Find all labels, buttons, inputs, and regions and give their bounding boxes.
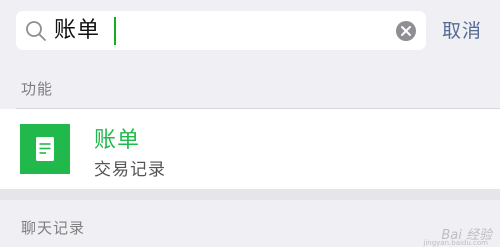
search-input[interactable]: 账单 (54, 16, 100, 46)
section-header-features: 功能 (0, 64, 500, 109)
cancel-button[interactable]: 取消 (442, 16, 482, 46)
text-caret (114, 17, 116, 45)
watermark-sub: jingyan.baidu.com (423, 239, 488, 247)
section-gap (0, 189, 500, 200)
section-title-features: 功能 (21, 80, 54, 98)
search-icon (26, 21, 46, 41)
result-title: 账单 (94, 128, 141, 153)
result-item-bill[interactable]: 账单 交易记录 (0, 109, 500, 189)
clear-icon[interactable] (395, 20, 417, 42)
search-bar: 账单 取消 (0, 0, 500, 64)
document-icon (20, 124, 70, 174)
section-title-chat-history: 聊天记录 (21, 219, 86, 237)
search-field[interactable]: 账单 (16, 11, 426, 50)
result-subtitle: 交易记录 (94, 160, 166, 180)
